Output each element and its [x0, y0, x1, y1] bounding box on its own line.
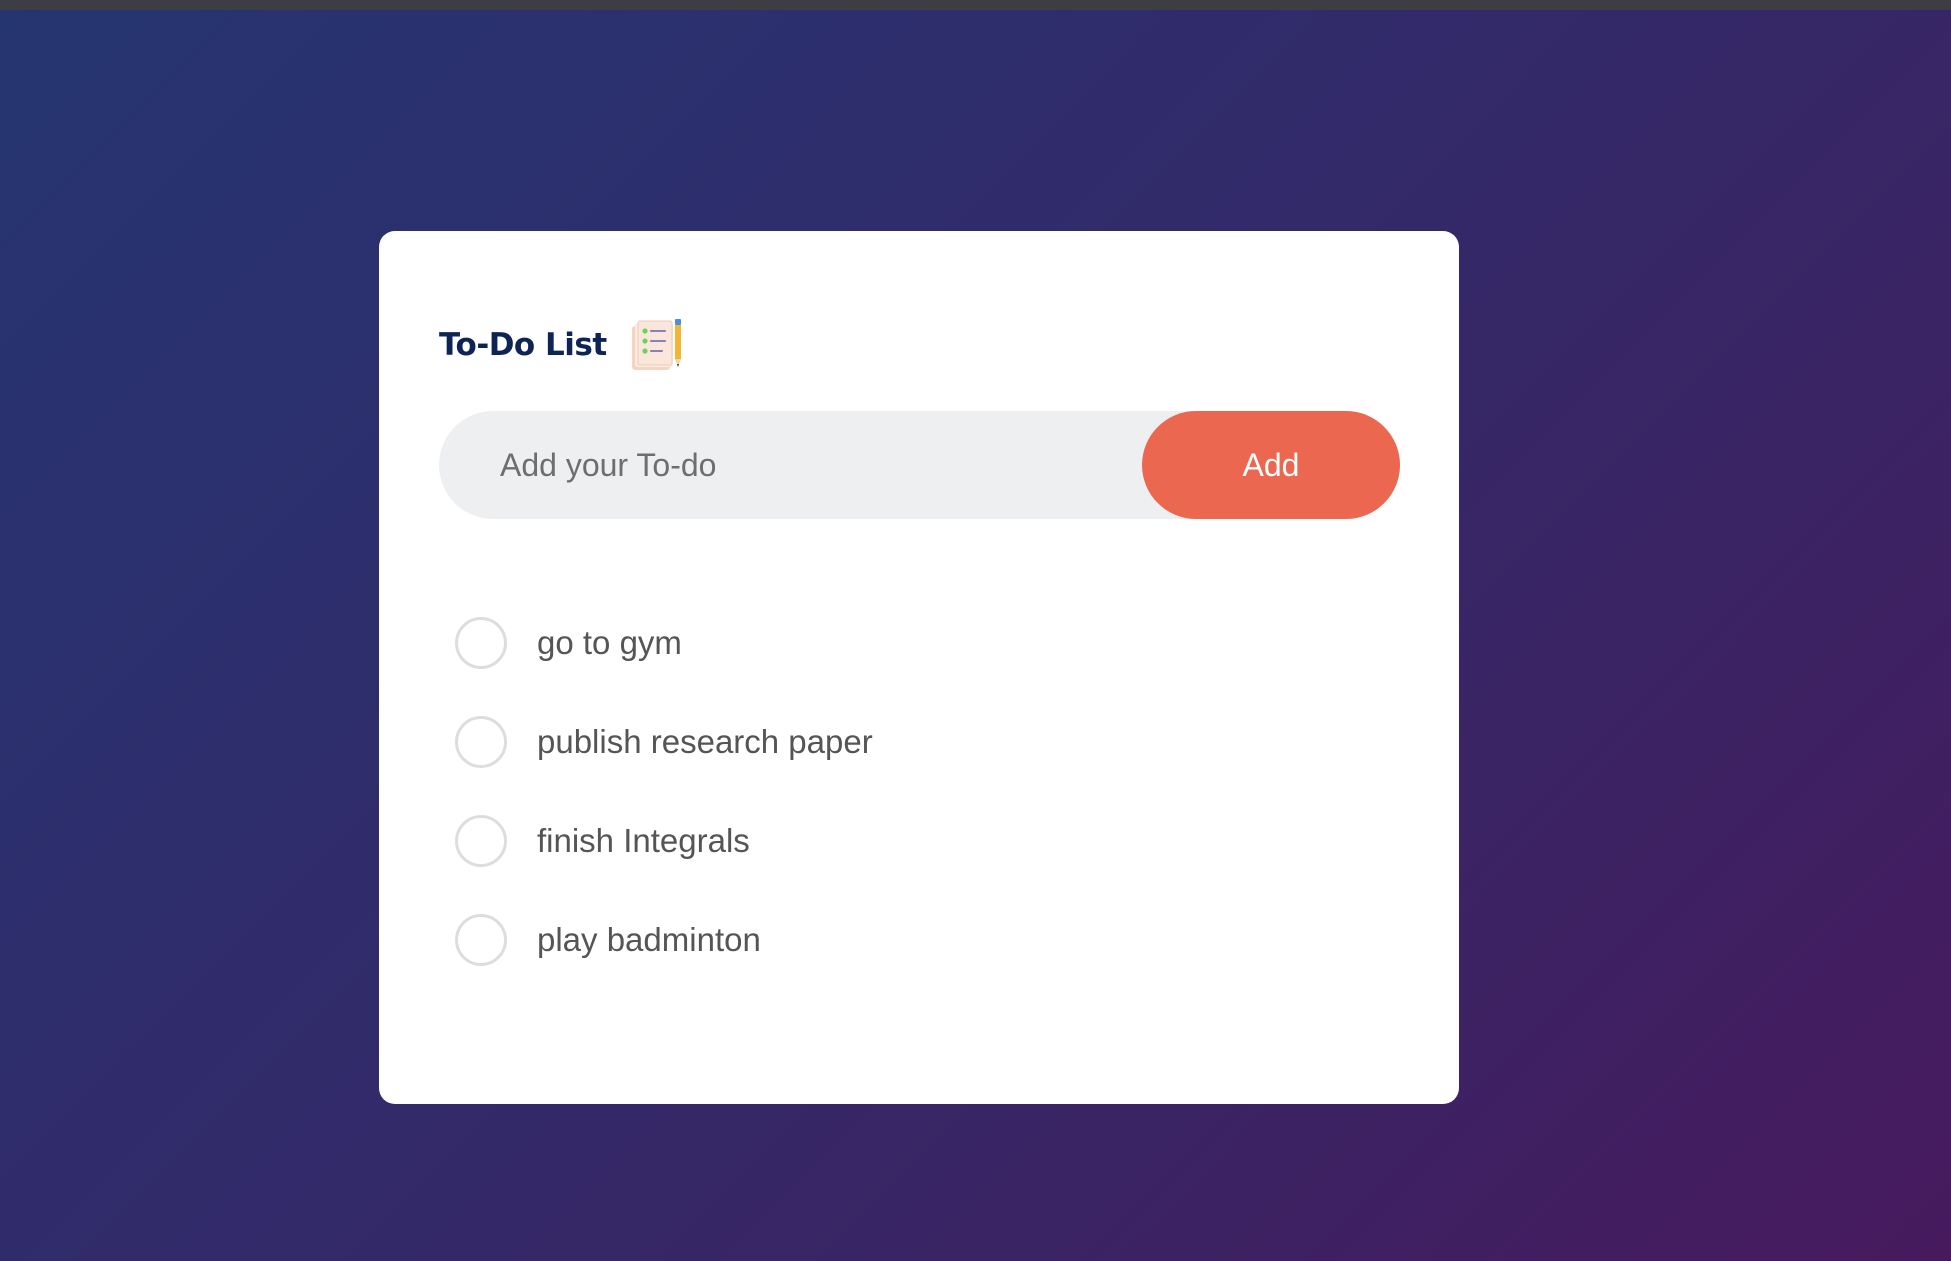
todo-input[interactable] [439, 411, 1139, 519]
todo-item[interactable]: publish research paper [455, 692, 873, 791]
header: To-Do List [439, 315, 685, 375]
todo-item[interactable]: play badminton [455, 890, 873, 989]
todo-text: finish Integrals [537, 821, 750, 859]
add-todo-form: Add [439, 411, 1400, 519]
checkbox-circle[interactable] [455, 913, 507, 966]
todo-text: play badminton [537, 920, 761, 958]
checkbox-circle[interactable] [455, 814, 507, 867]
todo-item[interactable]: go to gym [455, 593, 873, 692]
add-button[interactable]: Add [1142, 411, 1400, 519]
todo-text: publish research paper [537, 722, 873, 760]
page-title: To-Do List [439, 327, 607, 363]
todo-item[interactable]: finish Integrals [455, 791, 873, 890]
window-top-bar [0, 0, 1951, 10]
todo-text: go to gym [537, 623, 682, 661]
checklist-notepad-pencil-icon [631, 319, 681, 370]
todo-card: To-Do List Add go to gym publish re [379, 231, 1459, 1104]
todo-list: go to gym publish research paper finish … [455, 593, 873, 989]
checkbox-circle[interactable] [455, 715, 507, 768]
checkbox-circle[interactable] [455, 616, 507, 669]
